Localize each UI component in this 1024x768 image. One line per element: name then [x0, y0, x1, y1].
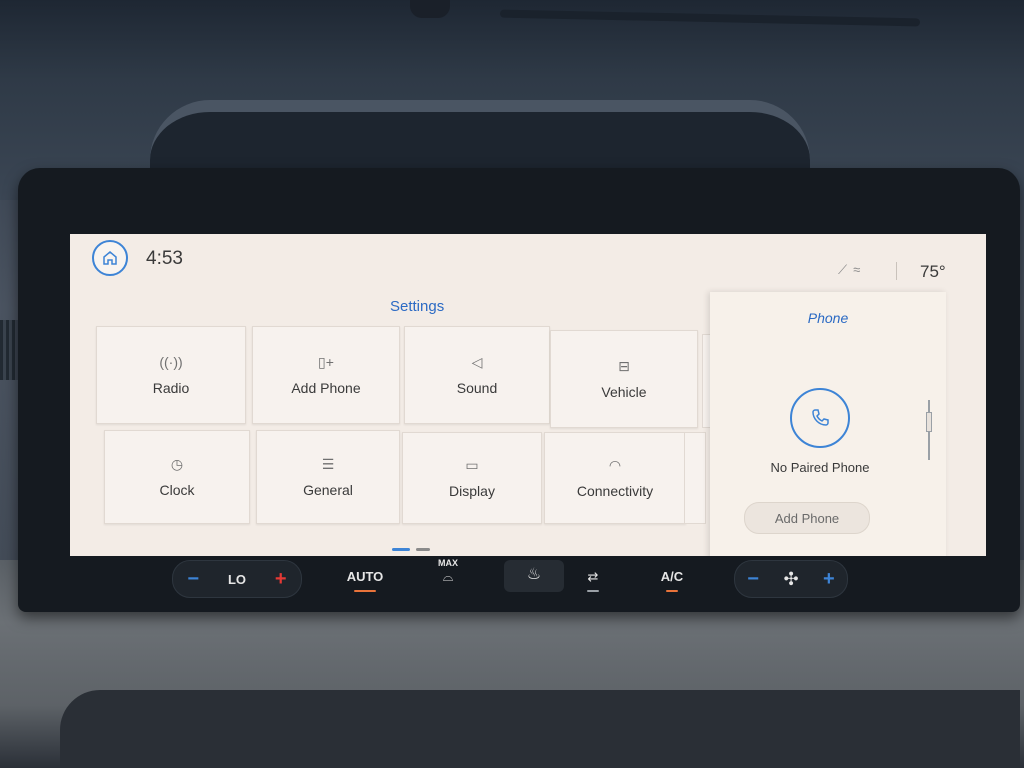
driver-temp-control: − LO + [172, 560, 302, 598]
wireless-icon: ≈ [853, 262, 867, 277]
vehicle-icon: ⊟ [618, 358, 630, 374]
tile-label: Sound [456, 380, 498, 396]
dashboard-bottom-edge [60, 690, 1020, 768]
heated-seat-icon: ♨ [526, 566, 542, 583]
fan-icon: ✣ [783, 568, 799, 589]
settings-tile-partial [684, 432, 706, 524]
infotainment-screen: 4:53 ⟋≈ 75° Settings ((·)) Radio ▯+ Add … [70, 234, 986, 556]
settings-tile-add-phone[interactable]: ▯+ Add Phone [252, 326, 400, 424]
page-indicator [392, 538, 436, 556]
clock-icon: ◷ [170, 456, 184, 472]
recirculation-indicator [587, 590, 599, 592]
auto-indicator [354, 590, 376, 592]
settings-tile-clock[interactable]: ◷ Clock [104, 430, 250, 524]
add-phone-button[interactable]: Add Phone [744, 502, 870, 534]
page-title: Settings [390, 298, 445, 315]
tile-label: Vehicle [601, 384, 647, 400]
heated-seat-button[interactable]: ♨ [504, 560, 564, 592]
settings-tile-connectivity[interactable]: ◠ Connectivity [544, 432, 686, 524]
phone-status: No Paired Phone [770, 460, 870, 475]
speaker-icon: ◁ [471, 354, 483, 370]
phone-panel: Phone No Paired Phone Add Phone [710, 292, 946, 556]
wifi-icon: ◠ [608, 457, 622, 473]
tile-label: General [303, 482, 353, 498]
tile-label: Add Phone [291, 380, 361, 396]
max-defrost-button[interactable]: MAX ⌓ [430, 558, 466, 586]
signal-off-icon: ⟋ [838, 262, 854, 277]
fan-down-button[interactable]: − [747, 568, 759, 591]
sliders-icon: ☰ [321, 456, 335, 472]
recirculation-button[interactable]: ⇄ [578, 568, 608, 592]
ac-button[interactable]: A/C [656, 568, 688, 592]
ac-indicator [666, 590, 678, 592]
display-icon: ▭ [465, 457, 479, 473]
tile-label: Clock [159, 482, 195, 498]
driver-temp-value: LO [227, 571, 247, 587]
tile-label: Connectivity [576, 483, 654, 499]
status-divider [896, 262, 897, 280]
home-button[interactable] [92, 240, 128, 276]
max-defrost-icon: ⌓ [442, 569, 454, 584]
phone-icon [812, 409, 829, 426]
tile-label: Radio [152, 380, 190, 396]
auto-climate-button[interactable]: AUTO [340, 568, 390, 592]
home-icon [103, 251, 117, 265]
driver-temp-down-button[interactable]: − [187, 568, 199, 591]
driver-temp-up-button[interactable]: + [275, 568, 287, 591]
fan-up-button[interactable]: + [823, 568, 835, 591]
phone-panel-title: Phone [807, 310, 849, 326]
dashboard-sensor [410, 0, 450, 18]
phone-button[interactable] [790, 388, 850, 448]
ac-label: A/C [660, 569, 684, 584]
clock-time: 4:53 [146, 248, 183, 269]
settings-tile-vehicle[interactable]: ⊟ Vehicle [550, 330, 698, 428]
settings-tile-general[interactable]: ☰ General [256, 430, 400, 524]
add-phone-icon: ▯+ [318, 354, 334, 370]
radio-antenna-icon: ((·)) [159, 354, 183, 370]
status-icons: ⟋≈ [838, 262, 866, 278]
fan-speed-control: − ✣ + [734, 560, 848, 598]
climate-controls: − LO + AUTO MAX ⌓ ♨ ⇄ A/C − ✣ + [70, 556, 950, 604]
max-label: MAX [438, 558, 458, 568]
settings-tile-radio[interactable]: ((·)) Radio [96, 326, 246, 424]
auto-label: AUTO [346, 569, 384, 584]
settings-tile-sound[interactable]: ◁ Sound [404, 326, 550, 424]
tile-label: Display [449, 483, 495, 499]
settings-tile-display[interactable]: ▭ Display [402, 432, 542, 524]
page-dot-active [392, 548, 410, 551]
recirculation-icon: ⇄ [587, 569, 599, 584]
side-scroll-thumb[interactable] [926, 412, 932, 432]
outside-temperature: 75° [920, 262, 946, 281]
page-dot [416, 548, 430, 551]
